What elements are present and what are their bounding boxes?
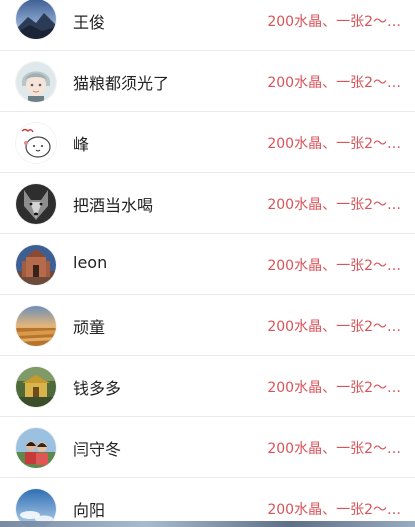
offer-text: 200水晶、一张2～… (267, 136, 401, 152)
avatar[interactable] (16, 245, 56, 285)
contact-name: 峰 (73, 135, 90, 154)
offer-text: 200水晶、一张2～… (267, 197, 401, 213)
anime-boy-avatar-icon (16, 62, 56, 102)
list-item[interactable]: 把酒当水喝 200水晶、一张2～… (0, 173, 415, 234)
offer-text: 200水晶、一张2～… (267, 75, 401, 91)
contact-name: 钱多多 (73, 379, 122, 398)
offer-text: 200水晶、一张2～… (267, 14, 401, 30)
avatar[interactable] (16, 306, 56, 346)
couple-photo-avatar-icon (16, 428, 56, 468)
contact-name: 向阳 (73, 501, 106, 520)
list-item[interactable]: 钱多多 200水晶、一张2～… (0, 356, 415, 417)
avatar[interactable] (16, 184, 56, 224)
doodle-bun-avatar-icon (16, 123, 56, 163)
offer-text: 200水晶、一张2～… (267, 380, 401, 396)
list-item[interactable]: 王俊 200水晶、一张2～… (0, 0, 415, 51)
avatar[interactable] (16, 62, 56, 102)
list-item[interactable]: leon 200水晶、一张2～… (0, 234, 415, 295)
contact-name: 顽童 (73, 318, 106, 337)
offer-text: 200水晶、一张2～… (267, 258, 401, 274)
list-item[interactable]: 向阳 200水晶、一张2～… (0, 478, 415, 527)
field-sunset-avatar-icon (16, 306, 56, 346)
list-item[interactable]: 峰 200水晶、一张2～… (0, 112, 415, 173)
contact-name: leon (73, 253, 108, 272)
bottom-edge-strip (0, 521, 415, 527)
contact-list: 王俊 200水晶、一张2～… 猫粮都须光了 200水晶、一张2～… 峰 200水… (0, 0, 415, 527)
list-item[interactable]: 闫守冬 200水晶、一张2～… (0, 417, 415, 478)
offer-text: 200水晶、一张2～… (267, 441, 401, 457)
list-item[interactable]: 猫粮都须光了 200水晶、一张2～… (0, 51, 415, 112)
avatar[interactable] (16, 123, 56, 163)
offer-text: 200水晶、一张2～… (267, 502, 401, 518)
wolf-avatar-icon (16, 184, 56, 224)
mountain-dusk-avatar-icon (16, 0, 56, 39)
temple-avatar-icon (16, 367, 56, 407)
contact-name: 王俊 (73, 13, 106, 32)
avatar[interactable] (16, 428, 56, 468)
avatar[interactable] (16, 0, 56, 39)
avatar[interactable] (16, 367, 56, 407)
offer-text: 200水晶、一张2～… (267, 319, 401, 335)
cathedral-avatar-icon (16, 245, 56, 285)
contact-name: 猫粮都须光了 (73, 74, 170, 93)
contact-name: 把酒当水喝 (73, 196, 154, 215)
contact-name: 闫守冬 (73, 440, 122, 459)
list-item[interactable]: 顽童 200水晶、一张2～… (0, 295, 415, 356)
